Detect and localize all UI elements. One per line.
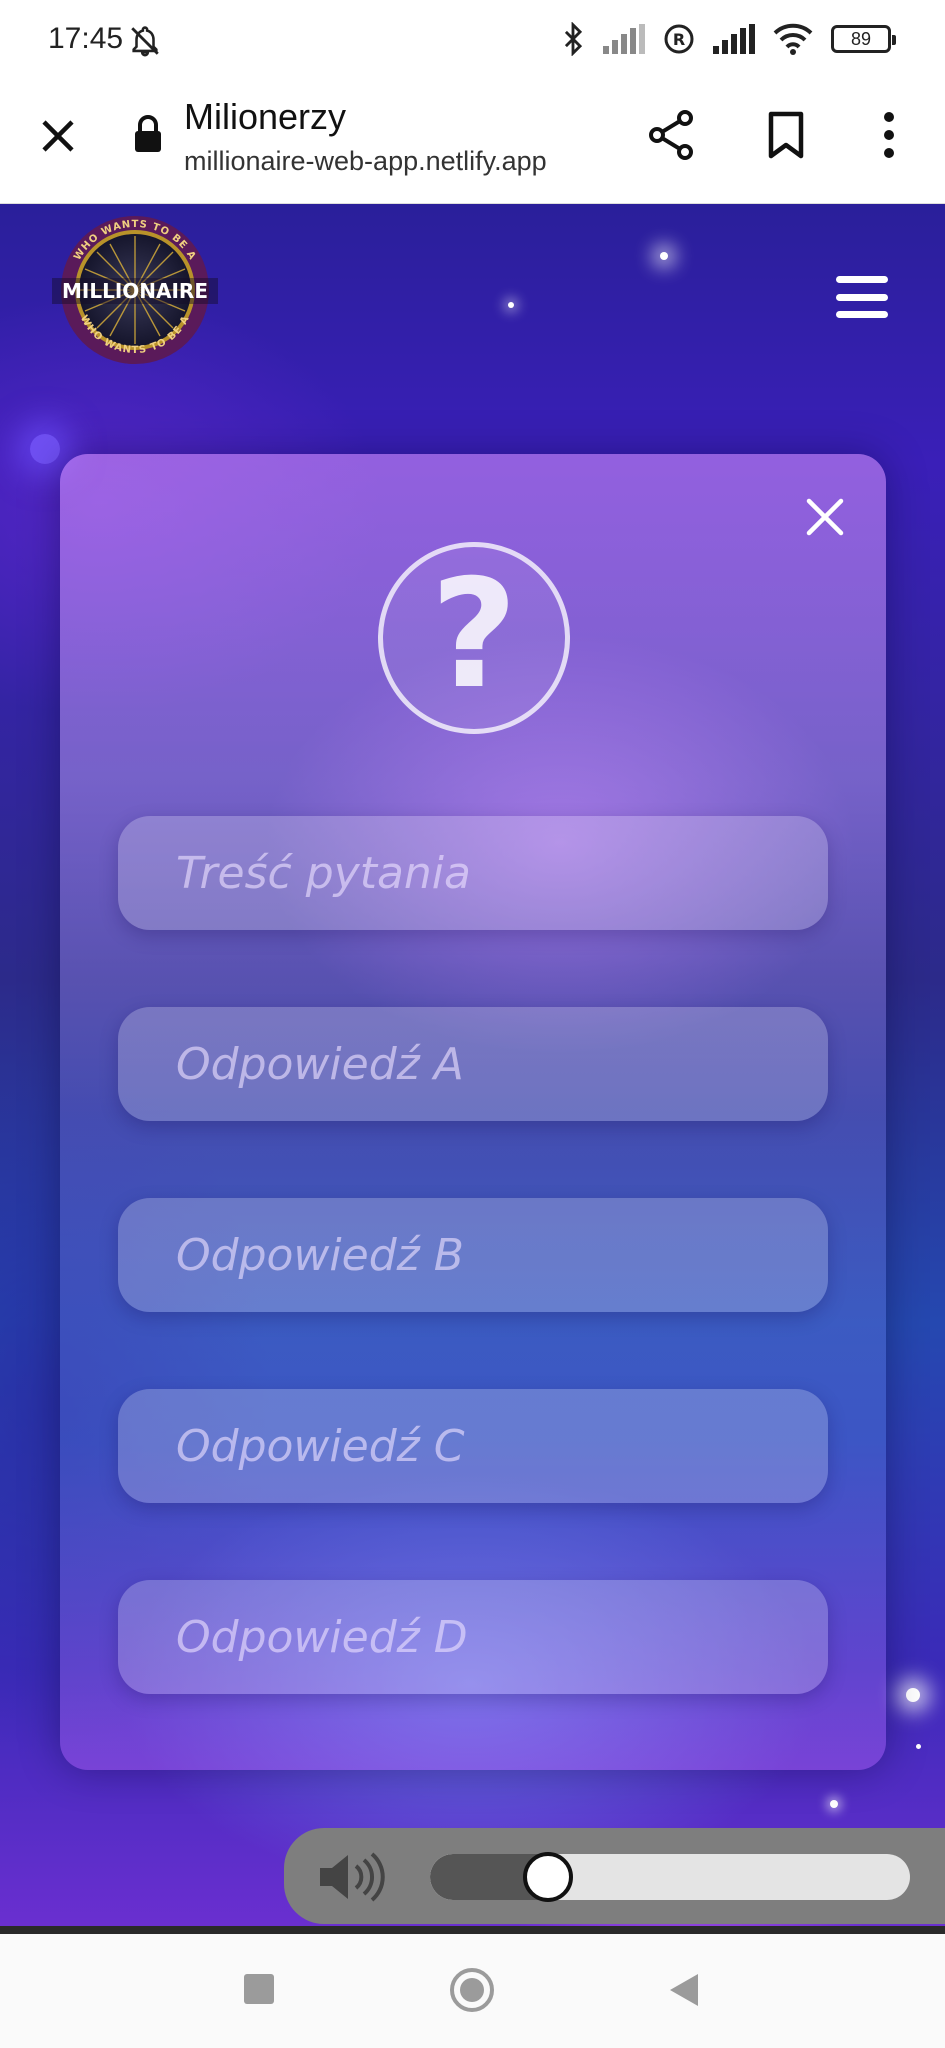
hamburger-line xyxy=(836,311,888,318)
bell-off-icon xyxy=(131,26,159,57)
star-decoration xyxy=(906,1688,920,1702)
registered-icon: R xyxy=(664,24,694,54)
answer-b-input[interactable] xyxy=(118,1198,828,1312)
more-options-icon[interactable] xyxy=(874,108,904,162)
wifi-icon xyxy=(773,23,813,55)
audio-control-bar xyxy=(284,1828,945,1924)
bottom-strip xyxy=(0,1926,945,1934)
close-icon[interactable] xyxy=(804,496,846,538)
star-decoration xyxy=(660,252,668,260)
hamburger-line xyxy=(836,276,888,283)
star-decoration xyxy=(916,1744,921,1749)
question-text-input[interactable] xyxy=(118,816,828,930)
page-url[interactable]: millionaire-web-app.netlify.app xyxy=(184,146,547,177)
app-background: WHO WANTS TO BE A WHO WANTS TO BE A MILL… xyxy=(0,204,945,1926)
back-button[interactable] xyxy=(668,1972,700,2008)
home-button[interactable] xyxy=(450,1968,494,2012)
question-mark-icon: ? xyxy=(378,542,570,734)
bookmark-icon[interactable] xyxy=(766,110,806,160)
lock-icon xyxy=(135,115,161,152)
signal-icon xyxy=(603,24,645,54)
volume-slider-track[interactable] xyxy=(430,1854,910,1900)
signal-icon xyxy=(713,24,755,54)
bluetooth-icon xyxy=(564,22,583,56)
status-bar: 17:45 R 89 xyxy=(0,0,945,84)
speaker-icon[interactable] xyxy=(318,1852,398,1902)
answer-d-input[interactable] xyxy=(118,1580,828,1694)
answer-c-input[interactable] xyxy=(118,1389,828,1503)
logo-main-text: MILLIONAIRE xyxy=(62,279,208,303)
svg-text:R: R xyxy=(673,30,685,49)
browser-toolbar: Milionerzy millionaire-web-app.netlify.a… xyxy=(0,84,945,204)
hamburger-line xyxy=(836,293,888,301)
hamburger-menu-button[interactable] xyxy=(836,276,888,318)
close-tab-icon[interactable] xyxy=(34,112,82,160)
star-decoration xyxy=(508,302,514,308)
star-decoration xyxy=(830,1800,838,1808)
volume-slider-thumb[interactable] xyxy=(523,1852,573,1902)
millionaire-logo[interactable]: WHO WANTS TO BE A WHO WANTS TO BE A MILL… xyxy=(50,214,220,366)
battery-level: 89 xyxy=(850,28,872,49)
status-icons: R 89 xyxy=(561,22,896,56)
battery-icon: 89 xyxy=(831,25,896,53)
share-icon[interactable] xyxy=(645,108,699,162)
status-time: 17:45 xyxy=(48,22,124,55)
star-decoration xyxy=(30,434,60,464)
answer-a-input[interactable] xyxy=(118,1007,828,1121)
add-question-card: ? xyxy=(60,454,886,1770)
system-nav-bar xyxy=(0,1934,945,2048)
page-title: Milionerzy xyxy=(184,96,347,137)
recent-apps-button[interactable] xyxy=(244,1974,274,2004)
